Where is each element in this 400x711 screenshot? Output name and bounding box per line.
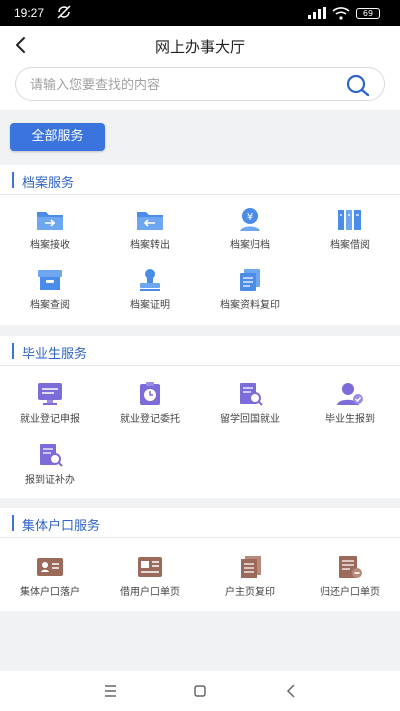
stamp-icon [140,269,160,291]
back-triangle-icon [286,684,295,698]
monitor-icon [38,383,62,405]
section-header: 集体户口服务 [0,508,400,538]
service-borrow-page[interactable]: 借用户口单页 [100,554,200,598]
svg-text:¥: ¥ [247,212,253,223]
service-employment-register[interactable]: 就业登记申报 [0,381,100,425]
service-archive-receive[interactable]: 档案接收 [0,207,100,251]
section-accent-bar [12,515,14,531]
service-archive-transfer[interactable]: 档案转出 [100,207,200,251]
service-return-page[interactable]: 归还户口单页 [300,554,400,598]
search-button[interactable] [342,72,374,98]
wifi-icon [332,7,350,23]
service-archive-certificate[interactable]: 档案证明 [100,267,200,311]
stacked-pages-icon [241,556,261,578]
service-archive-copy[interactable]: 档案资料复印 [200,267,300,311]
section-accent-bar [12,343,14,359]
status-time: 19:27 [14,6,45,20]
id-card-icon [37,558,63,576]
service-overseas-employment[interactable]: 留学回国就业 [200,381,300,425]
clipboard-clock-icon [140,382,160,405]
page-title: 网上办事大厅 [154,38,245,56]
title-bar: 网上办事大厅 [0,26,400,64]
search-box [15,67,385,101]
section-accent-bar [12,172,14,188]
section-header: 档案服务 [0,165,400,195]
card-page-icon [138,557,162,577]
return-page-icon [339,556,362,578]
section-title: 毕业生服务 [22,347,88,362]
system-nav-bar [0,671,400,711]
service-graduate-report[interactable]: 毕业生报到 [300,381,400,425]
section-title: 集体户口服务 [22,519,101,534]
section-header: 毕业生服务 [0,336,400,366]
signal-icon [308,7,326,22]
service-report-reissue[interactable]: 报到证补办 [0,442,100,486]
books-icon [338,210,361,230]
service-archive-file[interactable]: ¥ 档案归档 [200,207,300,251]
box-icon [38,270,62,290]
sync-off-icon [56,4,72,24]
service-archive-borrow[interactable]: 档案借阅 [300,207,400,251]
section-household: 集体户口服务 集体户口落户 借用户口单页 户主页复印 归还户口单页 [0,508,400,611]
search-input[interactable] [30,74,330,96]
search-area [0,64,400,110]
section-title: 档案服务 [22,176,75,191]
copy-icon [240,269,260,291]
user-check-icon [337,383,363,405]
menu-button[interactable] [95,679,125,703]
folder-transfer-icon [137,212,163,230]
menu-icon [105,685,116,697]
section-archive: 档案服务 档案接收 档案转出 ¥ 档案归档 档案借阅 档案查阅 档案证明 档案资… [0,165,400,325]
home-icon [194,685,206,697]
all-services-button[interactable]: 全部服务 [10,123,105,151]
section-graduate: 毕业生服务 就业登记申报 就业登记委托 留学回国就业 毕业生报到 报到证补办 [0,336,400,498]
service-head-page-copy[interactable]: 户主页复印 [200,554,300,598]
folder-receive-icon [37,212,63,230]
home-button[interactable] [185,679,215,703]
battery-icon: 69 [356,8,380,19]
document-search-icon [240,383,263,406]
service-employment-entrust[interactable]: 就业登记委托 [100,381,200,425]
service-archive-lookup[interactable]: 档案查阅 [0,267,100,311]
status-bar: 19:27 69 [0,0,400,26]
search-icon [346,74,370,97]
archive-person-icon: ¥ [240,208,260,231]
nav-back-button[interactable] [276,679,306,703]
service-household-register[interactable]: 集体户口落户 [0,554,100,598]
document-search-icon [40,444,63,467]
